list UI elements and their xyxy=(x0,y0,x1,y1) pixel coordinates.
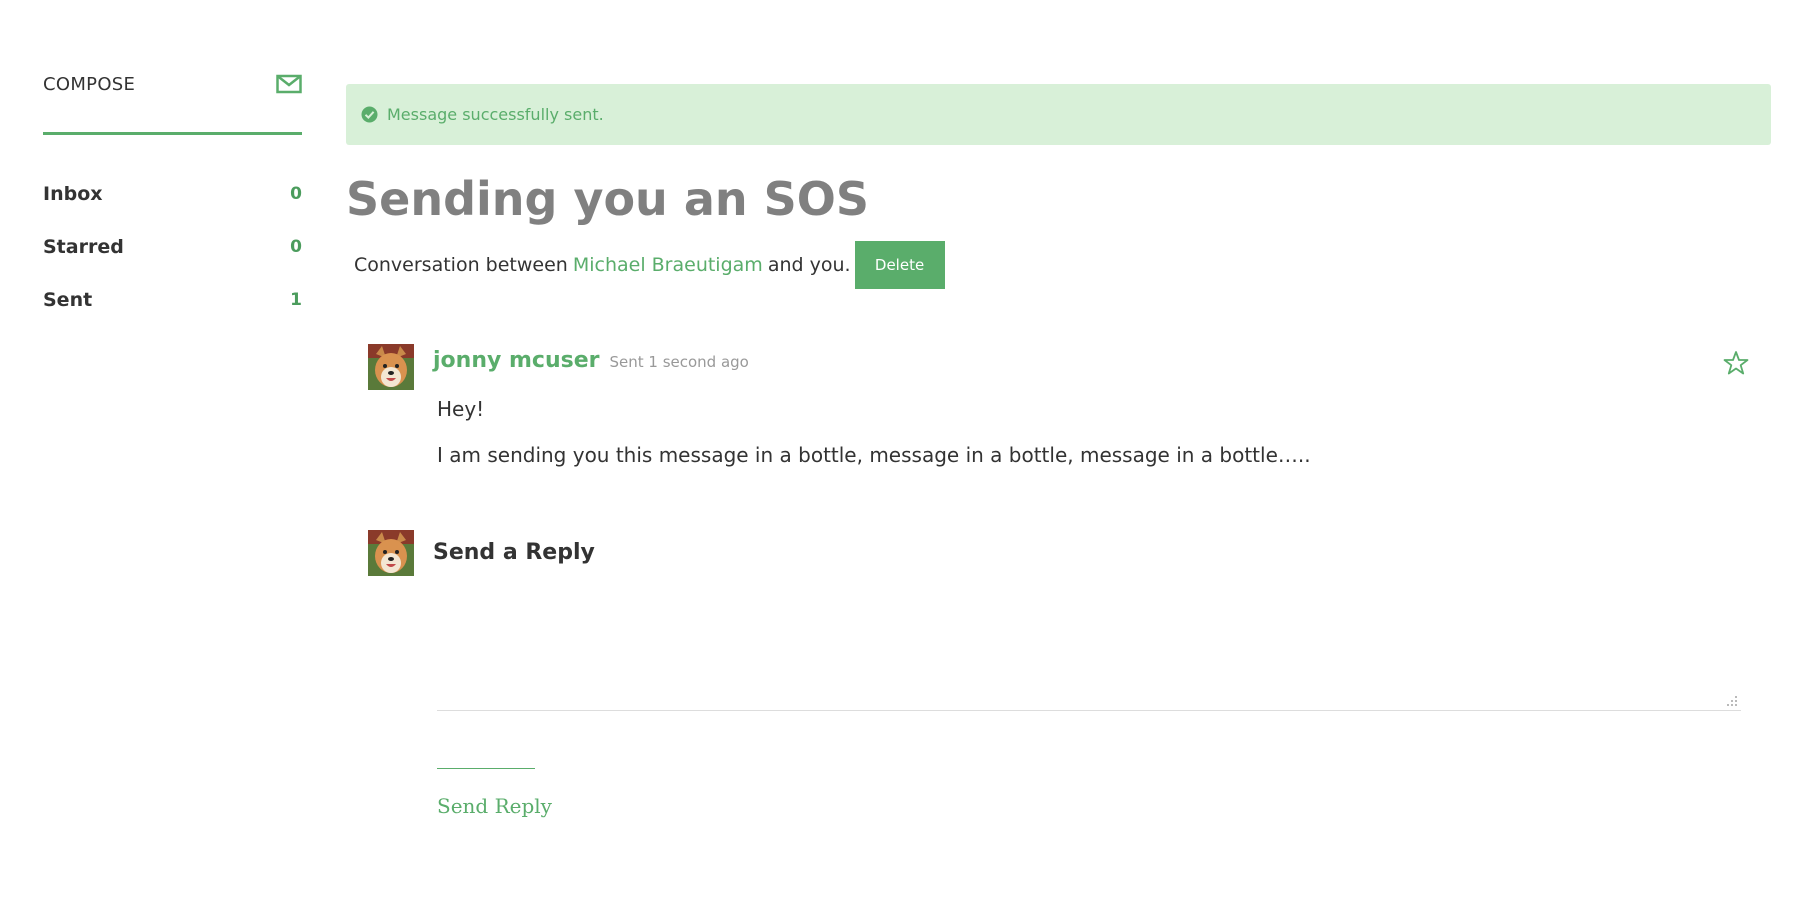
reply-title: Send a Reply xyxy=(433,540,595,565)
avatar xyxy=(368,344,414,390)
mail-icon xyxy=(276,74,302,94)
sidebar-item-label: Inbox xyxy=(43,182,103,205)
reply-textarea[interactable] xyxy=(437,590,1741,711)
delete-button[interactable]: Delete xyxy=(854,241,945,289)
conversation-view: Message successfully sent. Sending you a… xyxy=(346,84,1771,818)
inbox-count: 0 xyxy=(290,183,302,204)
participant-link[interactable]: Michael Braeutigam xyxy=(573,254,763,276)
conversation-participants: Conversation between Michael Braeutigam … xyxy=(346,241,1771,289)
message-paragraph: I am sending you this message in a bottl… xyxy=(437,443,1311,467)
resize-grip-icon[interactable] xyxy=(1727,696,1737,706)
send-divider xyxy=(437,768,535,769)
avatar xyxy=(368,530,414,576)
intro-suffix: and you. xyxy=(767,254,851,276)
starred-count: 0 xyxy=(290,236,302,257)
compose-button[interactable]: COMPOSE xyxy=(43,62,302,135)
sent-timestamp: Sent 1 second ago xyxy=(609,353,749,371)
page-title: Sending you an SOS xyxy=(346,172,869,226)
sidebar-item-label: Starred xyxy=(43,235,124,258)
sidebar-item-inbox[interactable]: Inbox 0 xyxy=(43,167,302,220)
sidebar-item-label: Sent xyxy=(43,288,93,311)
message-paragraph: Hey! xyxy=(437,397,485,421)
alert-text: Message successfully sent. xyxy=(387,105,604,124)
author-name[interactable]: jonny mcuser xyxy=(433,348,599,373)
sidebar-item-sent[interactable]: Sent 1 xyxy=(43,273,302,326)
send-reply-button[interactable]: Send Reply xyxy=(437,794,552,818)
sidebar-item-starred[interactable]: Starred 0 xyxy=(43,220,302,273)
sent-count: 1 xyxy=(290,289,302,310)
message-header: jonny mcuser Sent 1 second ago xyxy=(433,348,749,373)
check-circle-icon xyxy=(361,106,378,123)
compose-label: COMPOSE xyxy=(43,73,136,95)
message-body: Hey! I am sending you this message in a … xyxy=(437,397,1737,489)
star-icon[interactable] xyxy=(1723,350,1749,376)
intro-prefix: Conversation between xyxy=(354,254,568,276)
success-alert: Message successfully sent. xyxy=(346,84,1771,145)
mailbox-nav: Inbox 0 Starred 0 Sent 1 xyxy=(43,167,302,326)
sidebar: COMPOSE Inbox 0 Starred 0 Sent 1 xyxy=(43,62,302,326)
